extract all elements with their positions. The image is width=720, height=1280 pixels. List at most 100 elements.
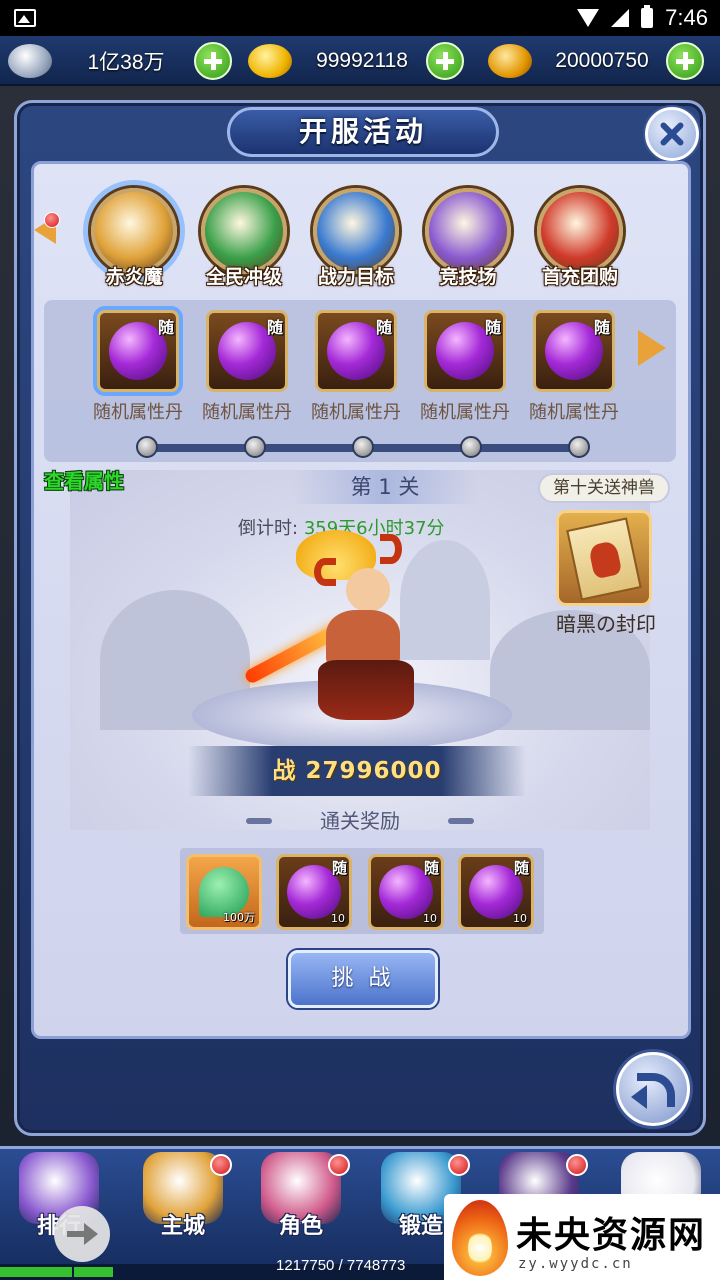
item-frame: 随 [206, 310, 288, 392]
activity-tab[interactable]: 竞技场 [414, 188, 522, 289]
panel-title: 开服活动 [298, 115, 427, 148]
tenth-stage-beast-label: 第十关送神兽 [538, 473, 670, 503]
challenge-button[interactable]: 挑 战 [288, 950, 438, 1008]
silver-ingot-icon [8, 44, 52, 78]
flame-logo-icon [452, 1200, 508, 1276]
random-tag: 随 [593, 318, 610, 337]
bound-gold-icon [488, 44, 532, 78]
nav-label: 角色 [278, 1214, 323, 1239]
clock: 7:46 [665, 5, 708, 30]
tab-label: 全民冲级 [205, 266, 282, 288]
tabs-prev-arrow-icon[interactable] [34, 212, 64, 248]
gold-amount: 99992118 [316, 49, 408, 72]
beast-card-art [566, 517, 642, 601]
strip-next-arrow-icon[interactable] [638, 330, 666, 366]
hero-legs [318, 660, 414, 720]
hero-character [230, 530, 450, 730]
challenge-label: 挑 战 [331, 966, 395, 991]
hero-horn [314, 558, 336, 586]
battery-icon [641, 5, 654, 28]
add-silver-button[interactable] [194, 42, 232, 80]
tab-label: 战力目标 [317, 266, 394, 288]
stage-node[interactable] [568, 436, 590, 458]
stage-reward-item[interactable]: 随随机属性丹 [308, 310, 404, 424]
clear-reward-item[interactable]: 随 10 [458, 854, 534, 930]
reward-quantity: 10 [513, 912, 527, 925]
reward-quantity: 100万 [223, 911, 255, 924]
reward-quantity: 10 [423, 912, 437, 925]
exp-text: 1217750 / 7748773 [276, 1257, 406, 1274]
stage-node[interactable] [136, 436, 158, 458]
random-tag: 随 [423, 859, 439, 877]
random-tag: 随 [266, 318, 283, 337]
bound-gold-currency: 20000750 [488, 41, 704, 81]
notification-dot [448, 1154, 470, 1176]
panel-title-plate: 开服活动 [227, 107, 499, 157]
notification-dot [210, 1154, 232, 1176]
stage-node[interactable] [352, 436, 374, 458]
clear-rewards-title: 通关奖励 [244, 804, 476, 838]
stage-reward-item[interactable]: 随随机属性丹 [417, 310, 513, 424]
combat-power-banner: 战 27996000 [188, 746, 526, 796]
clear-reward-item[interactable]: 100万 [186, 854, 262, 930]
random-tag: 随 [157, 318, 174, 337]
silver-currency: 1亿38万 [8, 41, 232, 81]
tab-label: 竞技场 [439, 266, 497, 288]
stage-reward-item[interactable]: 随随机属性丹 [526, 310, 622, 424]
item-name: 随机属性丹 [311, 402, 401, 423]
currency-bar: 1亿38万 99992118 20000750 [0, 36, 720, 86]
exp-bar-divider [144, 1267, 146, 1277]
add-gold-button[interactable] [426, 42, 464, 80]
back-button[interactable] [616, 1052, 690, 1126]
exp-bar-divider [432, 1267, 434, 1277]
tab-label: 首充团购 [541, 266, 618, 288]
floating-arrow-button[interactable] [54, 1206, 110, 1262]
watermark-text: 未央资源网 [516, 1214, 707, 1256]
clear-reward-item[interactable]: 随 10 [368, 854, 444, 930]
stage-node[interactable] [460, 436, 482, 458]
notification-dot [44, 212, 60, 228]
watermark-logo: 未央资源网 zy.wyydc.cn [444, 1194, 720, 1280]
activity-tab[interactable]: 赤炎魔 [80, 188, 188, 289]
item-frame: 随 [424, 310, 506, 392]
random-tag: 随 [484, 318, 501, 337]
image-notification-icon [14, 9, 36, 27]
nav-label: 主城 [160, 1214, 205, 1239]
exp-bar-divider [72, 1267, 74, 1277]
gold-ingot-icon [248, 44, 292, 78]
combat-power: 战 27996000 [272, 758, 442, 784]
watermark-url: zy.wyydc.cn [518, 1256, 633, 1272]
view-attributes-link[interactable]: 查看属性 [44, 465, 124, 494]
activity-tab[interactable]: 战力目标 [302, 188, 410, 289]
beast-card[interactable] [556, 510, 652, 606]
bound-gold-amount: 20000750 [555, 49, 649, 72]
gold-currency: 99992118 [248, 41, 464, 81]
stage-node[interactable] [244, 436, 266, 458]
item-name: 随机属性丹 [202, 402, 292, 423]
silver-amount: 1亿38万 [87, 51, 165, 74]
status-bar: 7:46 [0, 0, 720, 36]
tab-label: 赤炎魔 [105, 266, 163, 288]
item-name: 随机属性丹 [529, 402, 619, 423]
stage-reward-item[interactable]: 随随机属性丹 [199, 310, 295, 424]
hero-face [346, 568, 390, 612]
nav-button[interactable]: 主城 [128, 1152, 238, 1262]
hero-horn [380, 534, 402, 564]
notification-dot [328, 1154, 350, 1176]
random-tag: 随 [331, 859, 347, 877]
stage-reward-item[interactable]: 随随机属性丹 [90, 310, 186, 424]
signal-icon [611, 9, 630, 27]
beast-name: 暗黑の封印 [556, 612, 656, 636]
close-button[interactable] [645, 107, 699, 161]
nav-button[interactable]: 角色 [246, 1152, 356, 1262]
item-frame: 随 [97, 310, 179, 392]
clear-reward-item[interactable]: 随 10 [276, 854, 352, 930]
activity-tab[interactable]: 全民冲级 [190, 188, 298, 289]
stage-title: 第 1 关 [350, 475, 420, 499]
activity-tab[interactable]: 首充团购 [526, 188, 634, 289]
reward-quantity: 10 [331, 912, 345, 925]
add-bound-gold-button[interactable] [666, 42, 704, 80]
exp-bar-fill [0, 1267, 113, 1277]
notification-dot [566, 1154, 588, 1176]
stage-title-banner: 第 1 关 [292, 470, 478, 504]
